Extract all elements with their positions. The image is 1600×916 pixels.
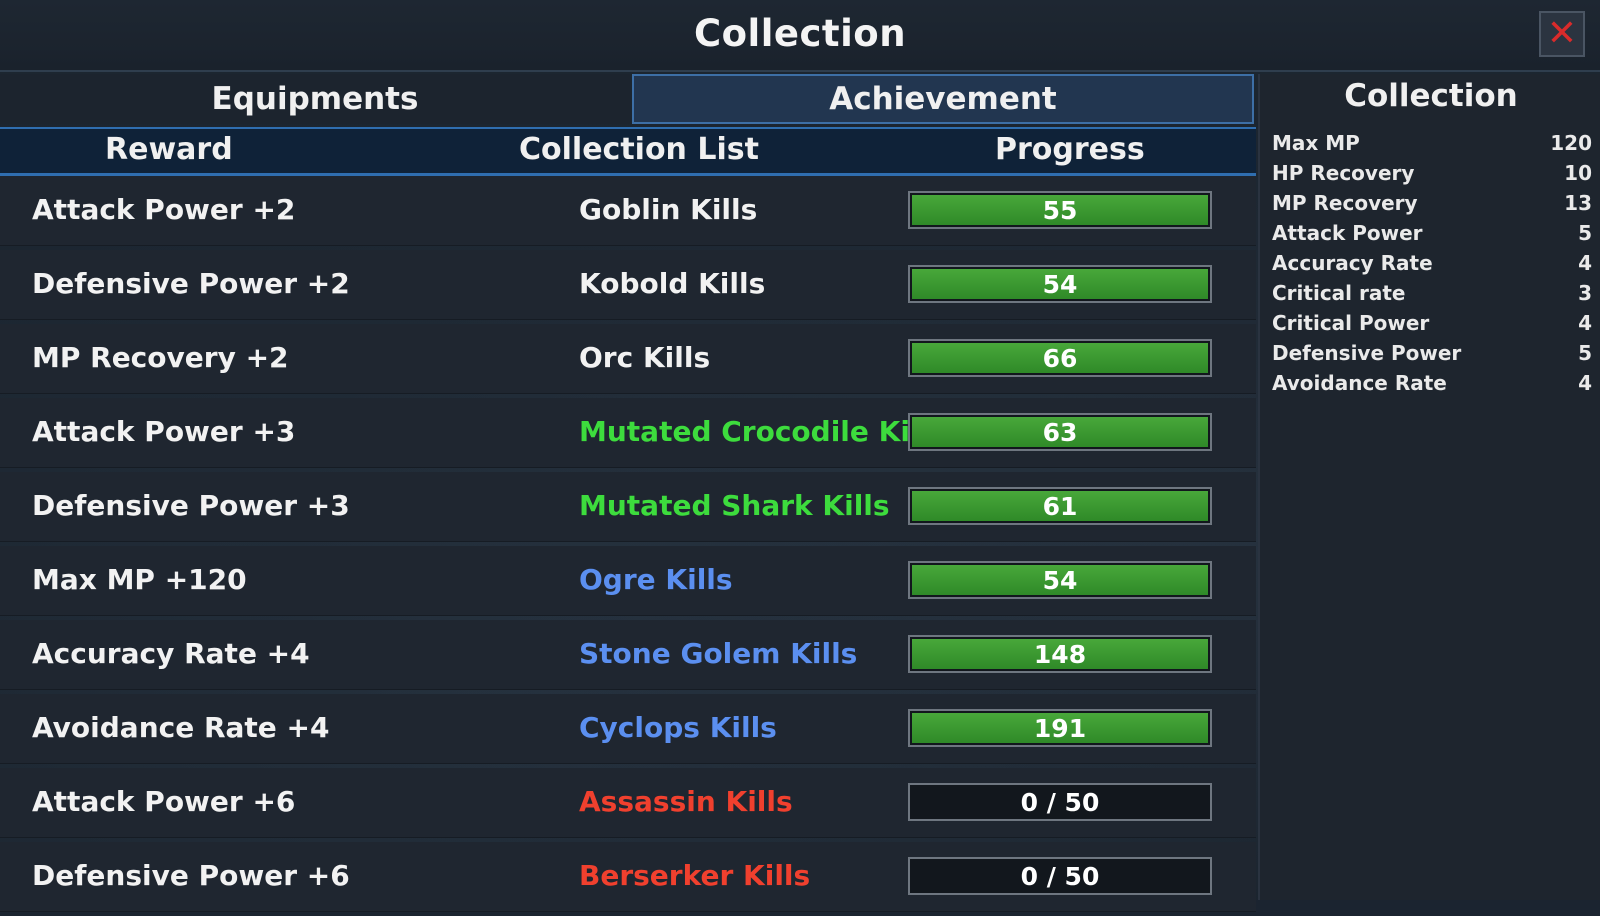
progress-bar: 0 / 50 — [908, 783, 1212, 821]
collection-name: Cyclops Kills — [579, 711, 777, 744]
collection-name: Orc Kills — [579, 341, 711, 374]
stat-value: 10 — [1564, 161, 1592, 185]
stat-row: MP Recovery 13 — [1272, 191, 1592, 221]
collection-name: Assassin Kills — [579, 785, 793, 818]
progress-text: 55 — [1042, 195, 1078, 225]
stat-value: 120 — [1550, 131, 1592, 155]
stat-row: Max MP 120 — [1272, 131, 1592, 161]
close-icon: ✕ — [1546, 13, 1578, 54]
progress-bar: 61 — [908, 487, 1212, 525]
collection-name: Ogre Kills — [579, 563, 733, 596]
reward-text: Attack Power +3 — [32, 415, 296, 448]
stat-value: 5 — [1578, 221, 1592, 245]
stat-row: Defensive Power 5 — [1272, 341, 1592, 371]
table-row[interactable]: Attack Power +3 Mutated Crocodile Kills 63 — [0, 398, 1256, 468]
collection-name: Stone Golem Kills — [579, 637, 858, 670]
window-title-bar: Collection ✕ — [0, 0, 1600, 72]
stat-label: Attack Power — [1272, 221, 1423, 245]
window-title: Collection — [693, 12, 907, 55]
stat-label: Max MP — [1272, 131, 1360, 155]
stat-label: Avoidance Rate — [1272, 371, 1447, 395]
table-row[interactable]: Accuracy Rate +4 Stone Golem Kills 148 — [0, 620, 1256, 690]
progress-text: 0 / 50 — [1020, 861, 1100, 891]
progress-text: 66 — [1042, 343, 1078, 373]
reward-text: Max MP +120 — [32, 563, 247, 596]
column-header-collection-list: Collection List — [519, 132, 759, 167]
progress-text: 191 — [1033, 713, 1087, 743]
tab-equipments[interactable]: Equipments — [0, 74, 630, 124]
reward-text: Defensive Power +3 — [32, 489, 350, 522]
reward-text: Defensive Power +2 — [32, 267, 350, 300]
stat-value: 4 — [1578, 311, 1592, 335]
stat-value: 4 — [1578, 251, 1592, 275]
progress-bar: 54 — [908, 265, 1212, 303]
stat-value: 4 — [1578, 371, 1592, 395]
stat-value: 3 — [1578, 281, 1592, 305]
collection-table: Attack Power +2 Goblin Kills 55 Defensive P… — [0, 176, 1256, 916]
collection-name: Berserker Kills — [579, 859, 811, 892]
reward-text: Attack Power +2 — [32, 193, 296, 226]
reward-text: Attack Power +6 — [32, 785, 296, 818]
stat-list: Max MP 120 HP Recovery 10 MP Recovery 13 Attac… — [1272, 131, 1592, 401]
progress-bar: 191 — [908, 709, 1212, 747]
progress-bar: 148 — [908, 635, 1212, 673]
progress-text: 54 — [1042, 565, 1078, 595]
reward-text: Defensive Power +6 — [32, 859, 350, 892]
stat-row: Attack Power 5 — [1272, 221, 1592, 251]
tab-collection[interactable]: Collection — [1260, 78, 1600, 124]
progress-bar: 63 — [908, 413, 1212, 451]
reward-text: MP Recovery +2 — [32, 341, 289, 374]
progress-text: 148 — [1033, 639, 1087, 669]
column-header-progress: Progress — [995, 132, 1145, 167]
table-header: Reward Collection List Progress — [0, 127, 1256, 176]
table-row[interactable]: MP Recovery +2 Orc Kills 66 — [0, 324, 1256, 394]
progress-text: 63 — [1042, 417, 1078, 447]
stat-label: Critical Power — [1272, 311, 1430, 335]
collection-summary-panel: Collection Max MP 120 HP Recovery 10 MP Reco… — [1258, 74, 1600, 900]
reward-text: Accuracy Rate +4 — [32, 637, 310, 670]
stat-row: HP Recovery 10 — [1272, 161, 1592, 191]
stat-label: MP Recovery — [1272, 191, 1418, 215]
stat-row: Accuracy Rate 4 — [1272, 251, 1592, 281]
collection-name: Mutated Shark Kills — [579, 489, 890, 522]
progress-text: 61 — [1042, 491, 1078, 521]
progress-bar: 0 / 50 — [908, 857, 1212, 895]
stat-row: Avoidance Rate 4 — [1272, 371, 1592, 401]
tab-achievement[interactable]: Achievement — [632, 74, 1254, 124]
table-row[interactable]: Attack Power +2 Goblin Kills 55 — [0, 176, 1256, 246]
stat-label: Defensive Power — [1272, 341, 1462, 365]
progress-bar: 55 — [908, 191, 1212, 229]
stat-row: Critical Power 4 — [1272, 311, 1592, 341]
table-row[interactable]: Max MP +120 Ogre Kills 54 — [0, 546, 1256, 616]
table-row[interactable]: Attack Power +6 Assassin Kills 0 / 50 — [0, 768, 1256, 838]
stat-label: HP Recovery — [1272, 161, 1415, 185]
progress-text: 54 — [1042, 269, 1078, 299]
progress-bar: 66 — [908, 339, 1212, 377]
stat-label: Critical rate — [1272, 281, 1406, 305]
table-row[interactable]: Avoidance Rate +4 Cyclops Kills 191 — [0, 694, 1256, 764]
progress-bar: 54 — [908, 561, 1212, 599]
stat-value: 5 — [1578, 341, 1592, 365]
collection-name: Mutated Crocodile Kills — [579, 415, 946, 448]
table-row[interactable]: Defensive Power +2 Kobold Kills 54 — [0, 250, 1256, 320]
stat-row: Critical rate 3 — [1272, 281, 1592, 311]
stat-value: 13 — [1564, 191, 1592, 215]
stat-label: Accuracy Rate — [1272, 251, 1433, 275]
column-header-reward: Reward — [105, 132, 233, 167]
table-row[interactable]: Defensive Power +6 Berserker Kills 0 / 50 — [0, 842, 1256, 912]
progress-text: 0 / 50 — [1020, 787, 1100, 817]
collection-name: Kobold Kills — [579, 267, 766, 300]
close-button[interactable]: ✕ — [1539, 11, 1585, 57]
collection-name: Goblin Kills — [579, 193, 758, 226]
table-row[interactable]: Defensive Power +3 Mutated Shark Kills 61 — [0, 472, 1256, 542]
reward-text: Avoidance Rate +4 — [32, 711, 330, 744]
